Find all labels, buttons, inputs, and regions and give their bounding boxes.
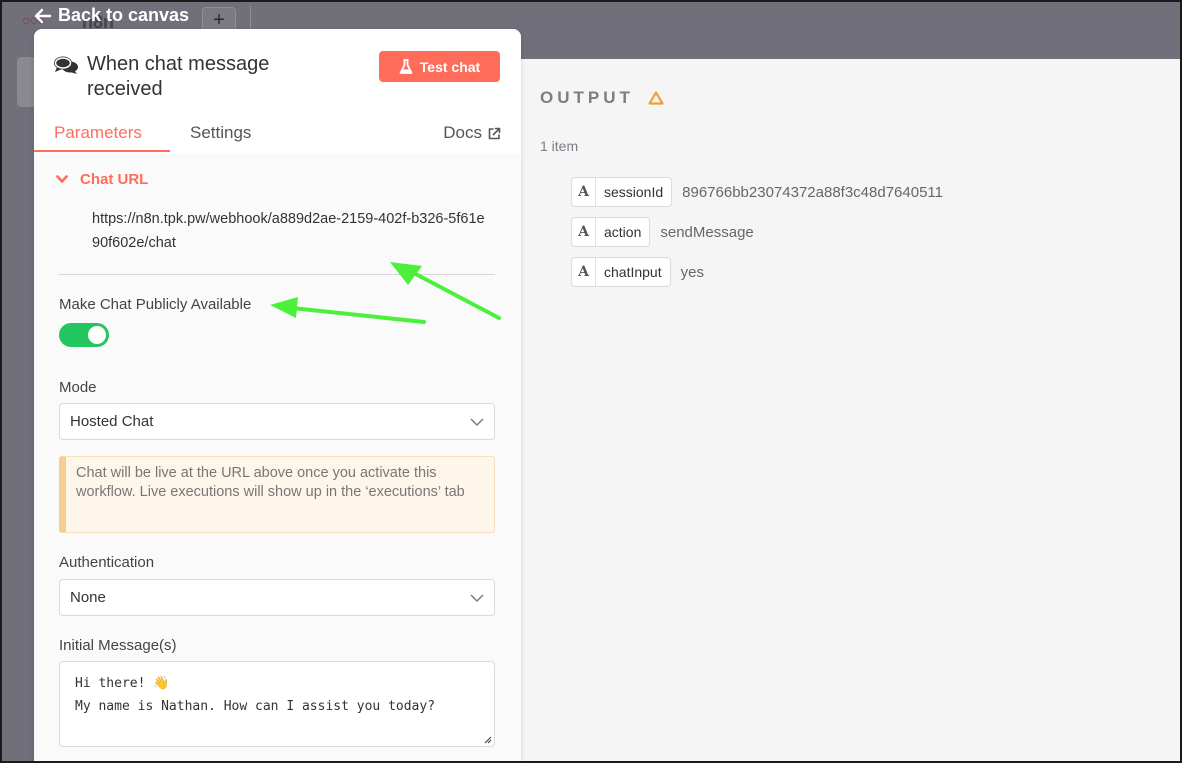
output-field-row: A action sendMessage: [571, 217, 754, 247]
external-link-icon: [488, 127, 501, 139]
chat-url-collapse-toggle[interactable]: Chat URL: [56, 171, 148, 188]
authentication-select[interactable]: None: [59, 579, 495, 616]
resize-handle-icon[interactable]: [482, 734, 492, 744]
chevron-down-icon: [470, 594, 484, 602]
initial-messages-textarea[interactable]: Hi there! 👋 My name is Nathan. How can I…: [59, 661, 495, 747]
chat-url-label: Chat URL: [80, 171, 149, 188]
arrow-left-icon: [34, 8, 52, 23]
public-availability-label: Make Chat Publicly Available: [59, 296, 252, 313]
output-title-text: OUTPUT: [540, 88, 634, 107]
tab-parameters[interactable]: Parameters: [54, 123, 142, 143]
parameters-body: Chat URL https://n8n.tpk.pw/webhook/a889…: [34, 153, 521, 761]
tab-settings[interactable]: Settings: [190, 123, 251, 143]
authentication-select-value: None: [70, 589, 106, 606]
node-settings-panel: When chat message received Test chat Par…: [34, 29, 521, 761]
string-type-icon: A: [572, 178, 596, 206]
back-to-canvas-button[interactable]: Back to canvas: [34, 5, 189, 26]
output-field-key[interactable]: A sessionId: [571, 177, 673, 207]
output-field-key[interactable]: A action: [571, 217, 651, 247]
authentication-label: Authentication: [59, 554, 155, 571]
mode-select-value: Hosted Chat: [70, 413, 154, 430]
back-label: Back to canvas: [58, 5, 190, 25]
public-availability-toggle[interactable]: [59, 323, 109, 347]
active-tab-indicator: [34, 150, 170, 152]
output-field-value: 896766bb23074372a88f3c48d7640511: [682, 183, 943, 201]
mode-label: Mode: [59, 379, 97, 396]
panel-header: When chat message received Test chat Par…: [34, 29, 521, 153]
toggle-knob: [88, 326, 106, 344]
output-pane: [502, 59, 1180, 761]
output-item-count: 1 item: [540, 138, 579, 154]
dimmed-sidebar: [2, 59, 34, 761]
chevron-down-icon: [56, 175, 68, 183]
chevron-down-icon: [470, 418, 484, 426]
docs-link[interactable]: Docs: [443, 123, 501, 143]
output-title: OUTPUT: [540, 88, 664, 108]
output-field-row: A sessionId 896766bb23074372a88f3c48d764…: [571, 177, 943, 207]
initial-messages-label: Initial Message(s): [59, 637, 177, 654]
mode-select[interactable]: Hosted Chat: [59, 403, 495, 440]
test-chat-label: Test chat: [419, 58, 481, 75]
chat-url-value[interactable]: https://n8n.tpk.pw/webhook/a889d2ae-2159…: [92, 207, 492, 255]
output-field-value: yes: [680, 263, 704, 281]
panel-tabs: Parameters Settings Docs: [34, 117, 521, 153]
flask-icon: [399, 58, 413, 74]
string-type-icon: A: [572, 218, 596, 246]
test-chat-button[interactable]: Test chat: [379, 51, 500, 82]
docs-label: Docs: [443, 123, 482, 142]
string-type-icon: A: [572, 258, 596, 286]
output-field-key[interactable]: A chatInput: [571, 257, 671, 287]
initial-message-line: My name is Nathan. How can I assist you …: [75, 699, 436, 714]
initial-message-line: Hi there! 👋: [75, 676, 170, 691]
divider: [59, 274, 495, 275]
app-window: ○○○ n8n + Back to canvas OUTPUT 1 item A…: [0, 0, 1182, 763]
node-title: When chat message received: [87, 53, 270, 100]
warning-icon: [648, 91, 664, 105]
activation-notice: Chat will be live at the URL above once …: [59, 456, 495, 533]
output-field-value: sendMessage: [660, 223, 754, 241]
output-field-row: A chatInput yes: [571, 257, 704, 287]
chat-bubbles-icon: [54, 56, 78, 74]
